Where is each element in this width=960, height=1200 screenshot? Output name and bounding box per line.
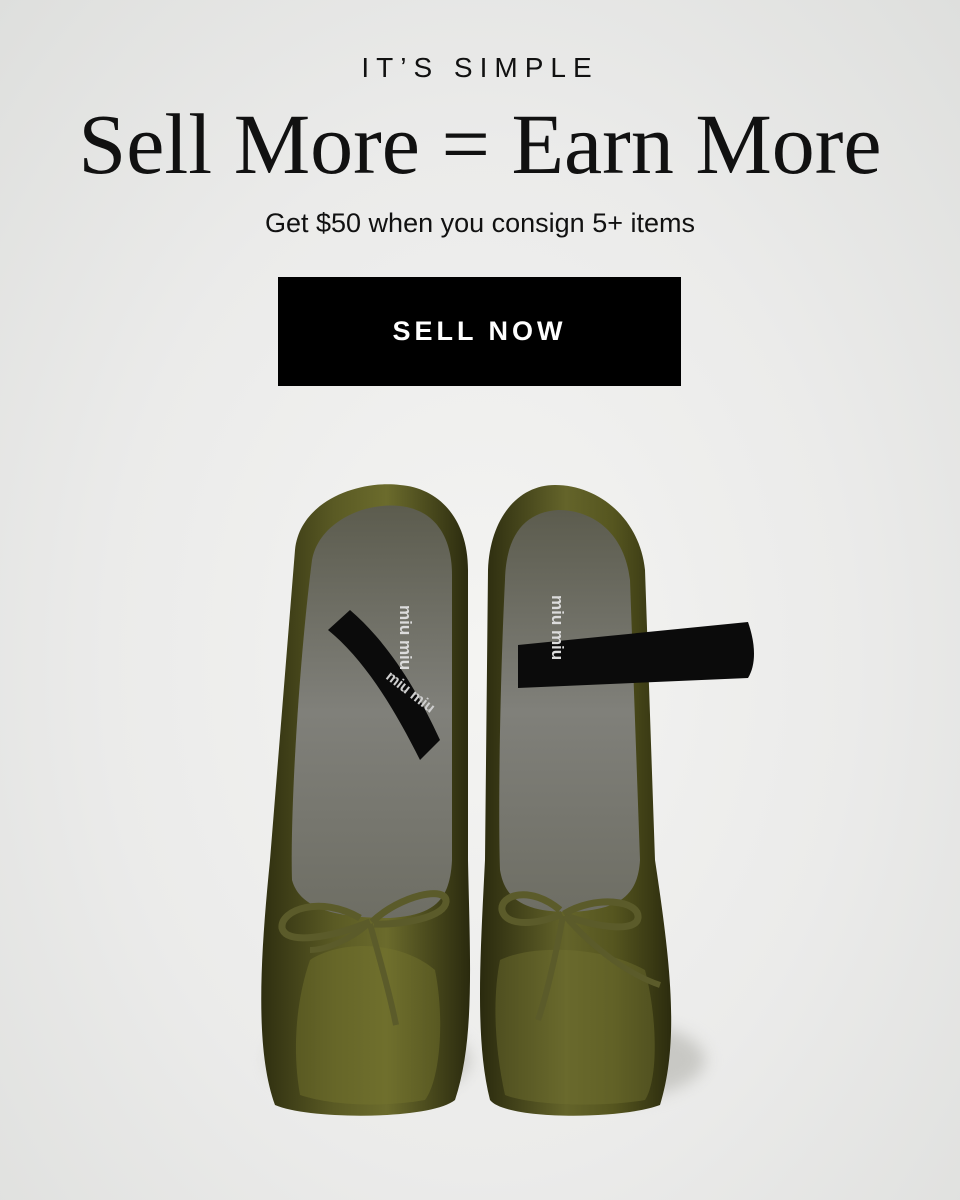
sell-now-button[interactable]: SELL NOW [278,277,681,386]
insole-brand-text-left: miu miu [396,605,415,670]
subheadline: Get $50 when you consign 5+ items [264,208,695,238]
left-flat: miu miu miu miu [261,484,471,1116]
eyebrow-text: IT’S SIMPLE [361,52,599,83]
insole-brand-text-right: miu miu [548,595,567,660]
headline: Sell More = Earn More [78,96,882,192]
right-flat: miu miu [480,485,754,1116]
ballet-flats-image: miu miu miu miu miu miu [261,484,754,1116]
